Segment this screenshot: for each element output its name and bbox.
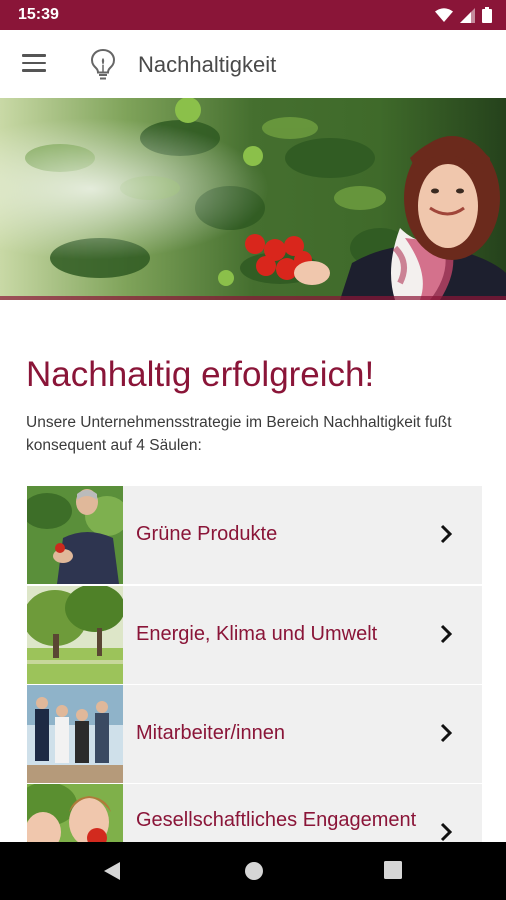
pillar-thumbnail	[27, 586, 123, 684]
pillar-thumbnail	[27, 685, 123, 783]
page-heading: Nachhaltig erfolgreich!	[26, 355, 375, 394]
signal-icon	[460, 7, 475, 23]
pillar-label: Grüne Produkte	[136, 523, 278, 545]
pillar-item-mitarbeiter[interactable]: Mitarbeiter/innen	[27, 685, 482, 783]
status-time: 15:39	[18, 6, 59, 23]
pillar-item-gruene-produkte[interactable]: Grüne Produkte	[27, 486, 482, 584]
intro-text: Unsere Unternehmensstrategie im Bereich …	[26, 414, 452, 454]
app-title: Nachhaltigkeit	[138, 52, 277, 77]
pillar-label: Energie, Klima und Umwelt	[136, 623, 378, 645]
chevron-right-icon	[440, 624, 452, 644]
back-triangle-icon[interactable]	[103, 861, 121, 881]
lightbulb-icon	[90, 48, 116, 80]
chevron-right-icon	[440, 723, 452, 743]
hero-illustration	[0, 98, 506, 300]
status-bar: 15:39	[0, 0, 506, 30]
pillar-thumbnail	[27, 486, 123, 584]
home-circle-icon[interactable]	[244, 861, 264, 881]
pillar-label: Gesellschaftliches Engagement	[136, 809, 417, 831]
hero-image	[0, 98, 506, 300]
recents-square-icon[interactable]	[384, 861, 402, 879]
hamburger-menu-icon[interactable]	[22, 54, 48, 74]
pillar-item-energie-klima-umwelt[interactable]: Energie, Klima und Umwelt	[27, 586, 482, 684]
battery-icon	[482, 7, 492, 23]
chevron-right-icon	[440, 822, 452, 842]
status-icons	[435, 7, 492, 23]
pillar-label: Mitarbeiter/innen	[136, 722, 285, 744]
chevron-right-icon	[440, 524, 452, 544]
app-bar: Nachhaltigkeit	[0, 30, 506, 100]
system-nav-bar	[0, 842, 506, 900]
wifi-icon	[435, 7, 453, 22]
